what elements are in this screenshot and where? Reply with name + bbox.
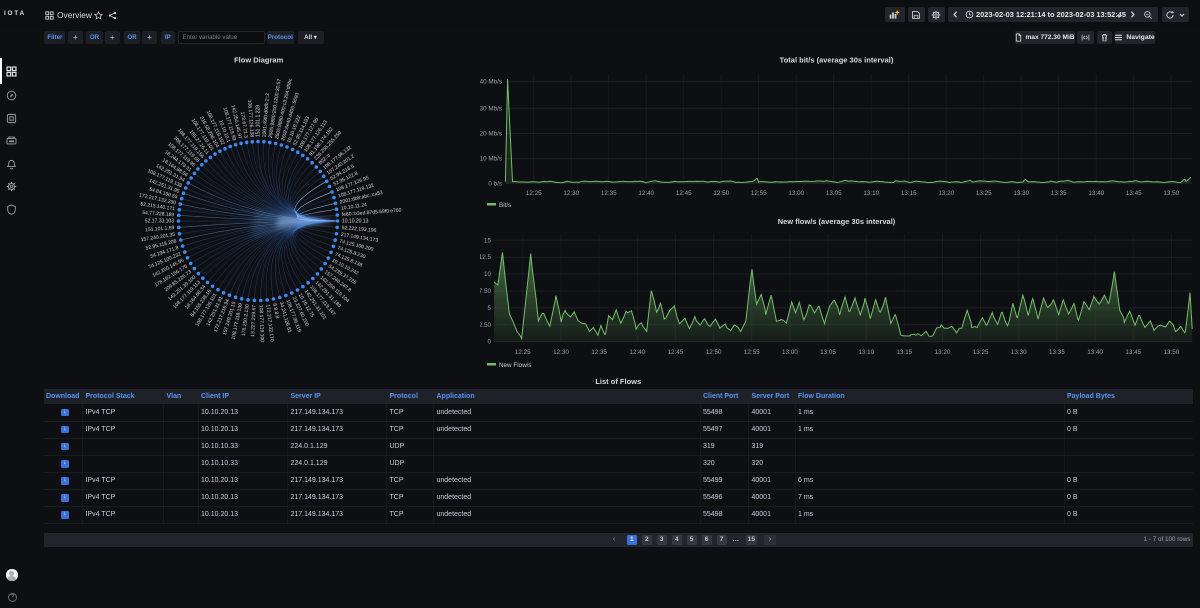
svg-text:13:15: 13:15: [901, 190, 917, 197]
svg-text:13:25: 13:25: [976, 190, 992, 197]
svg-text:10 Mb/s: 10 Mb/s: [480, 156, 502, 163]
svg-text:Flow Diagram: Flow Diagram: [234, 56, 284, 65]
svg-text:13:30: 13:30: [1013, 190, 1029, 197]
svg-text:Total bit/s (average 30s inter: Total bit/s (average 30s interval): [780, 56, 894, 65]
svg-text:10: 10: [484, 271, 492, 278]
svg-text:Bit/s: Bit/s: [499, 202, 511, 209]
svg-text:13:20: 13:20: [938, 190, 954, 197]
svg-text:13:30: 13:30: [1011, 349, 1027, 356]
svg-text:12:55: 12:55: [744, 349, 760, 356]
svg-text:New Flow/s: New Flow/s: [499, 362, 532, 369]
svg-text:13:10: 13:10: [863, 190, 879, 197]
svg-text:New flow/s (average 30s interv: New flow/s (average 30s interval): [778, 217, 896, 226]
svg-text:12:30: 12:30: [553, 349, 569, 356]
svg-text:108.177.119.100: 108.177.119.100: [258, 305, 265, 343]
svg-text:10.10.20.13: 10.10.20.13: [342, 218, 369, 224]
svg-text:12:50: 12:50: [713, 190, 729, 197]
svg-text:12:25: 12:25: [526, 190, 542, 197]
svg-text:13:10: 13:10: [858, 349, 874, 356]
svg-text:13:00: 13:00: [782, 349, 798, 356]
svg-text:13:35: 13:35: [1051, 190, 1067, 197]
svg-text:12:55: 12:55: [751, 190, 767, 197]
svg-text:0 b/s: 0 b/s: [488, 180, 502, 187]
svg-text:13.227.219.67: 13.227.219.67: [250, 305, 257, 337]
svg-text:13:25: 13:25: [973, 349, 989, 356]
svg-text:13:05: 13:05: [820, 349, 836, 356]
svg-text:40 Mb/s: 40 Mb/s: [480, 79, 502, 86]
svg-text:13:05: 13:05: [826, 190, 842, 197]
svg-text:0: 0: [487, 339, 491, 346]
svg-text:13:40: 13:40: [1087, 349, 1103, 356]
svg-text:13:35: 13:35: [1049, 349, 1065, 356]
svg-text:12:40: 12:40: [629, 349, 645, 356]
svg-text:13:50: 13:50: [1163, 190, 1179, 197]
svg-text:2.50: 2.50: [480, 322, 491, 329]
svg-text:7.50: 7.50: [480, 288, 491, 295]
svg-text:13:40: 13:40: [1088, 190, 1104, 197]
svg-text:12:25: 12:25: [515, 349, 531, 356]
svg-text:12:30: 12:30: [563, 190, 579, 197]
svg-text:13:15: 13:15: [896, 349, 912, 356]
svg-text:5: 5: [487, 305, 491, 312]
svg-text:12:45: 12:45: [676, 190, 692, 197]
svg-text:30 Mb/s: 30 Mb/s: [480, 105, 502, 112]
svg-text:151.101.1.229: 151.101.1.229: [255, 105, 261, 137]
svg-text:12:35: 12:35: [601, 190, 617, 197]
svg-text:12.5: 12.5: [480, 254, 491, 261]
svg-text:52.17.33.103: 52.17.33.103: [145, 218, 174, 224]
svg-text:12:40: 12:40: [638, 190, 654, 197]
svg-text:13:00: 13:00: [788, 190, 804, 197]
svg-text:13:45: 13:45: [1126, 190, 1142, 197]
svg-text:12:35: 12:35: [591, 349, 607, 356]
svg-text:12:50: 12:50: [706, 349, 722, 356]
svg-text:13:45: 13:45: [1125, 349, 1141, 356]
svg-text:20 Mb/s: 20 Mb/s: [480, 131, 502, 138]
svg-text:15: 15: [484, 237, 492, 244]
svg-text:13:50: 13:50: [1164, 349, 1180, 356]
svg-text:12:45: 12:45: [668, 349, 684, 356]
svg-text:13:20: 13:20: [935, 349, 951, 356]
